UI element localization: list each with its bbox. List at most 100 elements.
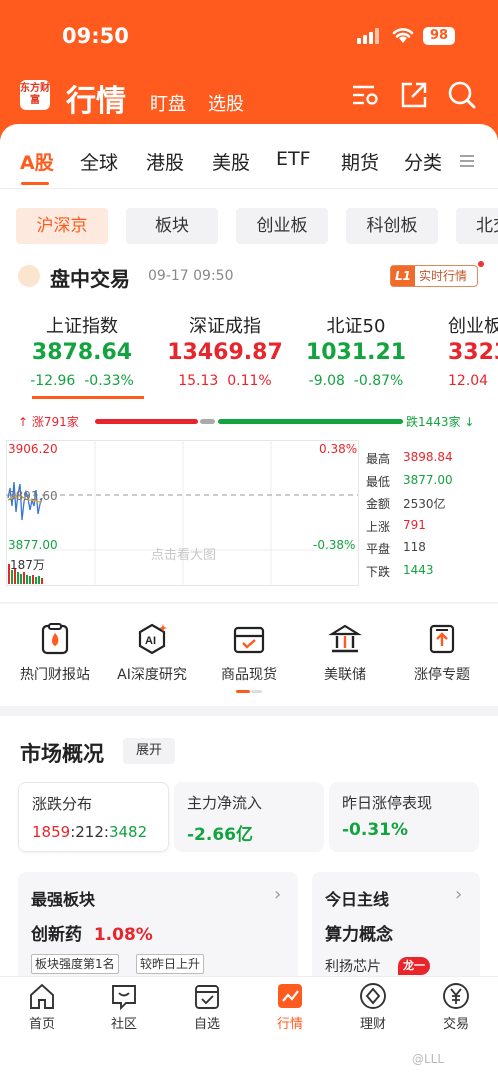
card-distribution[interactable]: 涨跌分布 1859:212:3482	[18, 782, 169, 852]
session-title: 盘中交易	[50, 267, 130, 291]
stat-value: 3898.84	[403, 450, 453, 464]
badge-level: L1	[391, 266, 415, 286]
stat-row: 金额 2530亿	[366, 495, 486, 518]
chip-star-market[interactable]: 科创板	[346, 208, 438, 244]
chevron-right-icon: ›	[455, 884, 463, 905]
decline-label: 跌1443家 ↓	[406, 415, 475, 429]
menu-icon[interactable]	[458, 152, 476, 170]
stat-key: 金额	[366, 497, 391, 511]
stat-row: 上涨 791	[366, 518, 486, 541]
down-count: 3482	[108, 823, 148, 841]
shortcut-ai-research[interactable]: AI AI深度研究	[107, 622, 197, 684]
chart-low-pct: -0.38%	[313, 538, 356, 552]
shortcut-label: 商品现货	[221, 667, 277, 683]
region-chips: 沪深京 板块 创业板 科创板 北交	[0, 208, 498, 244]
shortcut-earnings[interactable]: 热门财报站	[10, 622, 100, 684]
nav-label: 社区	[110, 1017, 137, 1032]
session-time: 09-17 09:50	[148, 268, 234, 284]
tab-watch[interactable]: 盯盘	[150, 90, 186, 116]
nav-label: 行情	[276, 1017, 303, 1032]
index-card[interactable]: 上证指数 3878.64 -12.96 -0.33%	[17, 312, 147, 389]
nav-home[interactable]: 首页	[12, 981, 72, 1032]
index-name: 北证50	[326, 316, 386, 337]
realtime-badge[interactable]: L1 实时行情	[390, 265, 478, 287]
nav-label: 理财	[359, 1017, 386, 1032]
chip-beijing[interactable]: 北交	[456, 208, 498, 244]
chart-hint: 点击看大图	[151, 548, 217, 563]
stat-key: 上涨	[366, 519, 391, 534]
tab-global[interactable]: 全球	[80, 148, 118, 175]
shortcut-commodities[interactable]: 商品现货	[204, 622, 294, 684]
stat-key: 最高	[366, 452, 391, 466]
tab-us[interactable]: 美股	[212, 148, 250, 175]
tab-category[interactable]: 分类	[404, 148, 442, 175]
shortcut-label: AI深度研究	[117, 667, 187, 683]
index-value: 1031.21	[305, 340, 407, 365]
nav-community[interactable]: 社区	[94, 981, 154, 1032]
distribution-values: 1859:212:3482	[32, 823, 148, 841]
advance-text: 涨791家	[31, 415, 79, 429]
nav-watchlist[interactable]: 自选	[177, 981, 237, 1032]
stat-key: 平盘	[366, 542, 391, 556]
stat-row: 下跌 1443	[366, 563, 486, 586]
flat-bar	[200, 419, 215, 424]
expand-button[interactable]: 展开	[123, 738, 175, 764]
shortcut-fed[interactable]: 美联储	[300, 622, 390, 684]
index-name: 上证指数	[46, 316, 118, 337]
market-tabs: A股 全球 港股 美股 ETF 期货 分类	[0, 144, 498, 184]
signal-icon	[357, 28, 379, 44]
card-net-inflow[interactable]: 主力净流入 -2.66亿	[174, 782, 324, 852]
card-title: 主力净流入	[187, 794, 263, 812]
intraday-chart[interactable]: 3906.20 0.38% 3891.60 3877.00 -0.38% 187…	[6, 440, 360, 586]
index-value: 3323	[448, 340, 498, 365]
stat-value: 2530亿	[403, 497, 446, 511]
stat-value: 1443	[403, 562, 434, 577]
chip-chinext[interactable]: 创业板	[236, 208, 328, 244]
goods-icon	[233, 626, 265, 654]
settings-list-icon[interactable]	[350, 80, 380, 110]
decline-text: 跌1443家	[406, 415, 461, 429]
index-value: 13469.87	[167, 340, 283, 365]
market-panel: A股 全球 港股 美股 ETF 期货 分类 沪深京 板块 创业板 科创板 北交 …	[0, 124, 498, 602]
wealth-icon	[360, 983, 386, 1009]
card-title: 涨跌分布	[32, 795, 93, 813]
chip-sectors[interactable]: 板块	[126, 208, 218, 244]
share-icon[interactable]	[399, 80, 429, 110]
page-title: 行情	[66, 84, 126, 119]
tab-futures[interactable]: 期货	[341, 148, 379, 175]
shortcut-label: 涨停专题	[414, 667, 470, 683]
nav-wealth[interactable]: 理财	[343, 981, 403, 1032]
watchlist-icon	[195, 985, 219, 1009]
lead-stock: 利扬芯片	[325, 959, 381, 975]
flat-count: 212	[75, 823, 104, 841]
index-card[interactable]: 深证成指 13469.87 15.13 0.11%	[155, 312, 295, 389]
search-icon[interactable]	[447, 80, 477, 110]
svg-text:AI: AI	[145, 635, 156, 647]
card-limit-up-performance[interactable]: 昨日涨停表现 -0.31%	[329, 782, 479, 852]
stat-key: 下跌	[366, 564, 391, 579]
tab-stock-picker[interactable]: 选股	[208, 90, 244, 116]
strongest-sector-box[interactable]: 最强板块 › 创新药 1.08% 板块强度第1名 较昨日上升	[18, 872, 298, 982]
index-card[interactable]: 北证50 1031.21 -9.08 -0.87%	[291, 312, 421, 389]
shortcut-limit-up[interactable]: 涨停专题	[397, 622, 487, 684]
tab-etf[interactable]: ETF	[276, 148, 311, 170]
stat-value: 791	[403, 517, 426, 532]
index-card[interactable]: 创业板 3323 12.04	[448, 312, 498, 389]
nav-label: 交易	[442, 1017, 469, 1032]
chip-shanghai-shenzhen-beijing[interactable]: 沪深京	[16, 208, 108, 244]
chevron-right-icon: ›	[274, 884, 282, 905]
nav-market[interactable]: 行情	[260, 981, 320, 1032]
tab-a-shares[interactable]: A股	[20, 148, 54, 175]
advance-decline-bar: ↑ 涨791家 跌1443家 ↓	[0, 412, 498, 432]
index-change: 12.04	[448, 373, 489, 389]
decline-bar	[218, 419, 403, 424]
today-theme-box[interactable]: 今日主线 › 算力概念 利扬芯片 龙一	[312, 872, 480, 982]
tab-hk[interactable]: 港股	[146, 148, 184, 175]
nav-trade[interactable]: 交易	[426, 981, 486, 1032]
coin-icon	[18, 265, 40, 287]
ai-icon: AI	[138, 623, 167, 655]
index-change: -9.08	[308, 373, 345, 389]
chart-high-pct: 0.38%	[319, 442, 358, 456]
chart-mid-label: 3891.60	[8, 489, 58, 503]
bank-icon	[328, 624, 362, 653]
